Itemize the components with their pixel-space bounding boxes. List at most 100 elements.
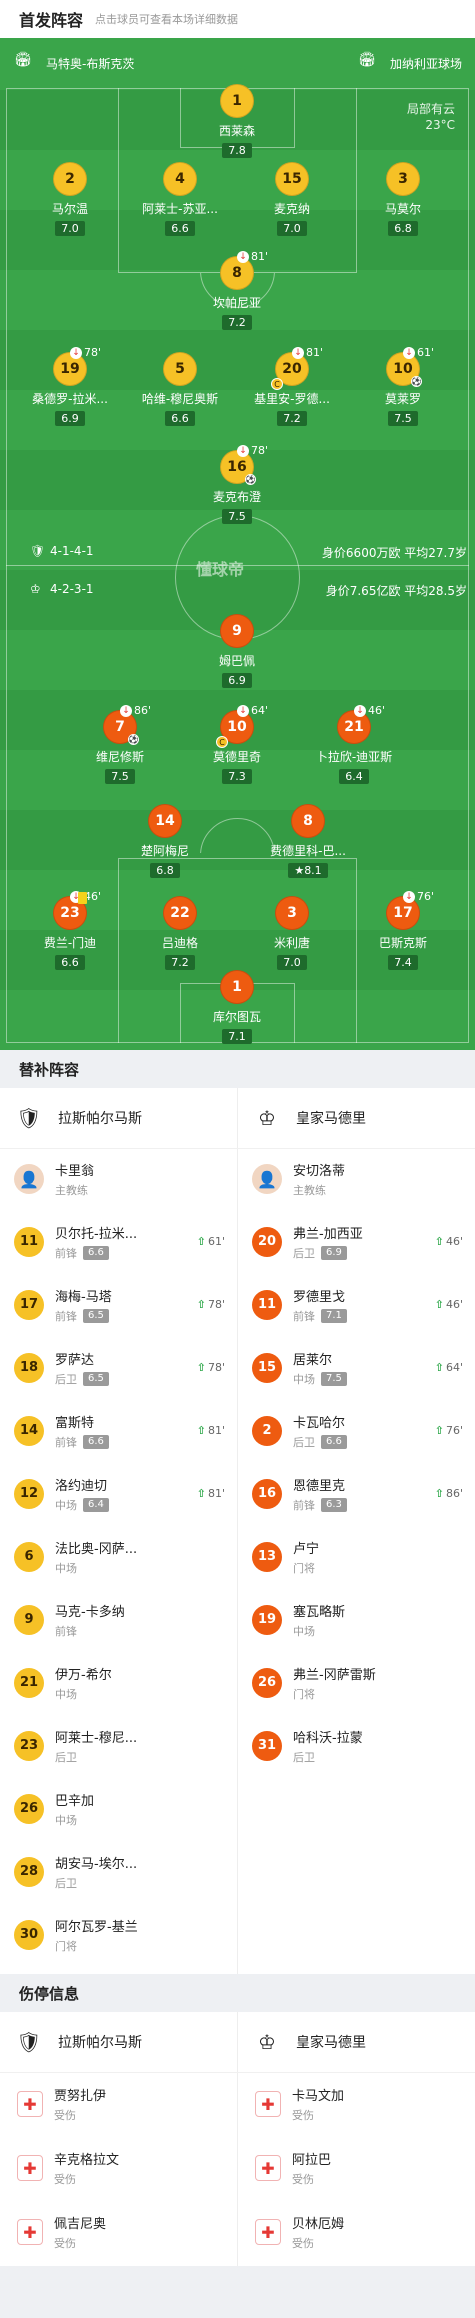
player-position: 前锋 xyxy=(55,1435,77,1449)
player-number: 14 xyxy=(14,1415,44,1446)
sub-player-row[interactable]: 16 恩德里克 前锋 6.3 ⇧ 86' xyxy=(238,1462,475,1525)
arrow-down-icon: ↓ xyxy=(353,705,366,717)
injuries-away-team[interactable]: ♔ 皇家马德里 xyxy=(238,2012,475,2072)
player-position: 后卫 xyxy=(293,1246,315,1260)
arrow-down-icon: ↓ xyxy=(119,705,132,717)
captain-badge: C xyxy=(271,378,283,390)
home-player[interactable]: 16 麦克布澄 7.5 ↓ 78' ⚽ xyxy=(182,444,292,524)
player-name: 法比奥-冈萨... xyxy=(55,1541,138,1557)
player-position: 中场 xyxy=(55,1561,77,1575)
away-player[interactable]: 3 米利唐 7.0 xyxy=(237,896,347,970)
home-coach[interactable]: 👤 卡里翁 主教练 xyxy=(0,1148,237,1210)
sub-player-row[interactable]: 20 弗兰-加西亚 后卫 6.9 ⇧ 46' xyxy=(238,1210,475,1273)
arrow-up-icon: ⇧ xyxy=(196,1235,206,1248)
player-name: 弗兰-冈萨雷斯 xyxy=(293,1667,376,1683)
yellow-card-icon xyxy=(78,892,87,904)
sub-off-indicator: ↓ 46' xyxy=(353,704,385,717)
away-player[interactable]: 9 姆巴佩 6.9 xyxy=(182,614,292,688)
player-name: 居莱尔 xyxy=(293,1352,333,1368)
subs-home-team[interactable]: 🛡 拉斯帕尔马斯 xyxy=(0,1088,237,1148)
player-rating: 6.9 xyxy=(222,673,252,688)
player-name: 辛克格拉文 xyxy=(54,2153,120,2168)
injured-player-row[interactable]: ✚ 佩吉尼奥 受伤 xyxy=(0,2200,237,2264)
player-name: 贝尔托-拉米... xyxy=(55,1226,138,1242)
sub-off-indicator: ↓ 81' xyxy=(291,346,323,359)
home-player[interactable]: 8 坎帕尼亚 7.2 ↓ 81' xyxy=(182,250,292,330)
injured-player-row[interactable]: ✚ 阿拉巴 受伤 xyxy=(238,2136,475,2200)
sub-player-row[interactable]: 9 马克-卡多纳 前锋 xyxy=(0,1588,237,1651)
away-player[interactable]: 8 费德里科-巴... ★8.1 xyxy=(253,804,363,878)
brand-watermark: 懂球帝 xyxy=(196,560,245,579)
player-position: 后卫 xyxy=(55,1372,77,1386)
sub-player-row[interactable]: 18 罗萨达 后卫 6.5 ⇧ 78' xyxy=(0,1336,237,1399)
arrow-down-icon: ↓ xyxy=(402,891,415,903)
weather-label: 局部有云 xyxy=(406,102,455,116)
away-player[interactable]: 23 费兰-门迪 6.6 ↓ 46' xyxy=(15,890,125,970)
player-rating: 7.0 xyxy=(277,955,307,970)
away-player[interactable]: 17 巴斯克斯 7.4 ↓ 76' xyxy=(348,890,458,970)
player-position: 门将 xyxy=(293,1561,315,1575)
away-player[interactable]: 14 楚阿梅尼 6.8 xyxy=(110,804,220,878)
away-player[interactable]: 22 吕迪格 7.2 xyxy=(125,896,235,970)
home-player[interactable]: 2 马尔温 7.0 xyxy=(15,162,125,236)
player-name: 麦克布澄 xyxy=(212,490,261,504)
real-madrid-crest-icon: ♔ xyxy=(258,1106,276,1130)
away-player[interactable]: 1 库尔图瓦 7.1 xyxy=(182,970,292,1044)
away-player[interactable]: 21 卜拉欣-迪亚斯 6.4 ↓ 46' xyxy=(299,704,409,784)
player-name: 西莱森 xyxy=(218,124,255,138)
sub-player-row[interactable]: 17 海梅-马塔 前锋 6.5 ⇧ 78' xyxy=(0,1273,237,1336)
away-coach[interactable]: 👤 安切洛蒂 主教练 xyxy=(238,1148,475,1210)
sub-on-time: ⇧ 81' xyxy=(196,1424,225,1437)
injured-player-row[interactable]: ✚ 贝林厄姆 受伤 xyxy=(238,2200,475,2264)
sub-player-row[interactable]: 14 富斯特 前锋 6.6 ⇧ 81' xyxy=(0,1399,237,1462)
injury-status: 受伤 xyxy=(292,2173,314,2186)
injury-status: 受伤 xyxy=(292,2237,314,2250)
player-name: 维尼修斯 xyxy=(95,750,144,764)
home-player[interactable]: 3 马莫尔 6.8 xyxy=(348,162,458,236)
injuries-home-team[interactable]: 🛡 拉斯帕尔马斯 xyxy=(0,2012,237,2072)
player-rating: 7.5 xyxy=(388,411,418,426)
player-name: 洛约迪切 xyxy=(55,1478,108,1494)
home-player[interactable]: 19 桑德罗-拉米... 6.9 ↓ 78' xyxy=(15,346,125,426)
sub-player-row[interactable]: 21 伊万-希尔 中场 xyxy=(0,1651,237,1714)
player-name: 费德里科-巴... xyxy=(270,844,346,858)
away-player[interactable]: 10 莫德里奇 7.3 ↓ 64' C xyxy=(182,704,292,784)
sub-player-row[interactable]: 30 阿尔瓦罗-基兰 门将 xyxy=(0,1903,237,1966)
home-player[interactable]: 20 基里安-罗德... 7.2 ↓ 81' C xyxy=(237,346,347,426)
away-player[interactable]: 7 维尼修斯 7.5 ↓ 86' ⚽ xyxy=(65,704,175,784)
sub-player-row[interactable]: 11 贝尔托-拉米... 前锋 6.6 ⇧ 61' xyxy=(0,1210,237,1273)
sub-player-row[interactable]: 23 阿莱士-穆尼... 后卫 xyxy=(0,1714,237,1777)
home-player[interactable]: 15 麦克纳 7.0 xyxy=(237,162,347,236)
sub-player-row[interactable]: 26 弗兰-冈萨雷斯 门将 xyxy=(238,1651,475,1714)
subs-panel: 🛡 拉斯帕尔马斯 ♔ 皇家马德里 👤 卡里翁 主教练 👤 安切洛蒂 主教练 11 贝尔… xyxy=(0,1088,475,1974)
player-position: 中场 xyxy=(293,1372,315,1386)
player-name: 贾努扎伊 xyxy=(54,2089,107,2104)
injured-player-row[interactable]: ✚ 卡马文加 受伤 xyxy=(238,2072,475,2136)
sub-player-row[interactable]: 15 居莱尔 中场 7.5 ⇧ 64' xyxy=(238,1336,475,1399)
sub-player-row[interactable]: 31 哈科沃-拉蒙 后卫 xyxy=(238,1714,475,1777)
sub-player-row[interactable]: 28 胡安马-埃尔... 后卫 xyxy=(0,1840,237,1903)
player-name: 阿莱士-苏亚... xyxy=(142,202,218,216)
home-player[interactable]: 1 西莱森 7.8 xyxy=(182,84,292,158)
arrow-up-icon: ⇧ xyxy=(196,1424,206,1437)
player-rating: 6.6 xyxy=(55,955,85,970)
arrow-up-icon: ⇧ xyxy=(196,1361,206,1374)
sub-player-row[interactable]: 26 巴辛加 中场 xyxy=(0,1777,237,1840)
home-player[interactable]: 10 莫莱罗 7.5 ↓ 61' ⚽ xyxy=(348,346,458,426)
player-name: 米利唐 xyxy=(273,936,310,950)
sub-player-row[interactable]: 19 塞瓦略斯 中场 xyxy=(238,1588,475,1651)
home-player[interactable]: 5 哈维-穆尼奥斯 6.6 xyxy=(125,352,235,426)
injured-player-row[interactable]: ✚ 辛克格拉文 受伤 xyxy=(0,2136,237,2200)
sub-player-row[interactable]: 11 罗德里戈 前锋 7.1 ⇧ 46' xyxy=(238,1273,475,1336)
sub-player-row[interactable]: 2 卡瓦哈尔 后卫 6.6 ⇧ 76' xyxy=(238,1399,475,1462)
sub-player-row[interactable]: 6 法比奥-冈萨... 中场 xyxy=(0,1525,237,1588)
sub-off-indicator: ↓ 61' xyxy=(402,346,434,359)
arrow-down-icon: ↓ xyxy=(69,347,82,359)
sub-player-row[interactable]: 13 卢宁 门将 xyxy=(238,1525,475,1588)
player-name: 哈科沃-拉蒙 xyxy=(293,1730,363,1746)
sub-player-row[interactable]: 12 洛约迪切 中场 6.4 ⇧ 81' xyxy=(0,1462,237,1525)
home-player[interactable]: 4 阿莱士-苏亚... 6.6 xyxy=(125,162,235,236)
player-name: 楚阿梅尼 xyxy=(140,844,189,858)
injured-player-row[interactable]: ✚ 贾努扎伊 受伤 xyxy=(0,2072,237,2136)
subs-away-team[interactable]: ♔ 皇家马德里 xyxy=(238,1088,475,1148)
